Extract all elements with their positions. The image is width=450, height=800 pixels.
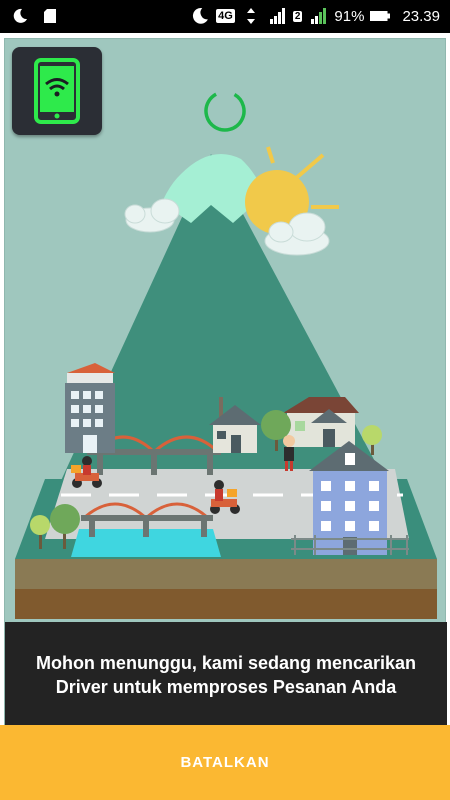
waiting-message-box: Mohon menunggu, kami sedang mencarikan D… [5,622,447,728]
network-type-badge: 4G [216,9,235,23]
signal-icon [308,6,328,26]
cloud-shape [124,198,180,233]
sun-ray [266,146,275,164]
app-screen: Mohon menunggu, kami sedang mencarikan D… [0,33,450,800]
cancel-button[interactable]: BATALKAN [0,725,450,800]
loading-spinner [203,89,247,133]
battery-icon [370,6,391,26]
phone-wifi-icon [34,58,80,124]
app-icon [12,47,102,135]
signal-icon [267,6,287,26]
cancel-button-label: BATALKAN [180,754,270,771]
sun-ray [293,153,325,181]
clock: 23.39 [402,7,440,25]
sd-card-icon [40,6,60,26]
status-bar: 4G 2 91% 23.39 [0,0,450,33]
ground-side-upper [15,559,437,589]
waiting-message: Mohon menunggu, kami sedang mencarikan D… [35,653,417,697]
battery-percent: 91% [334,7,365,25]
moon-icon [190,6,210,26]
sim-slot-badge: 2 [292,10,303,22]
data-arrows-icon [241,6,261,26]
ground-side-lower [15,589,437,619]
moon-icon [10,6,30,26]
office-building-shape [65,363,115,453]
illustration-panel: Mohon menunggu, kami sedang mencarikan D… [4,38,447,758]
